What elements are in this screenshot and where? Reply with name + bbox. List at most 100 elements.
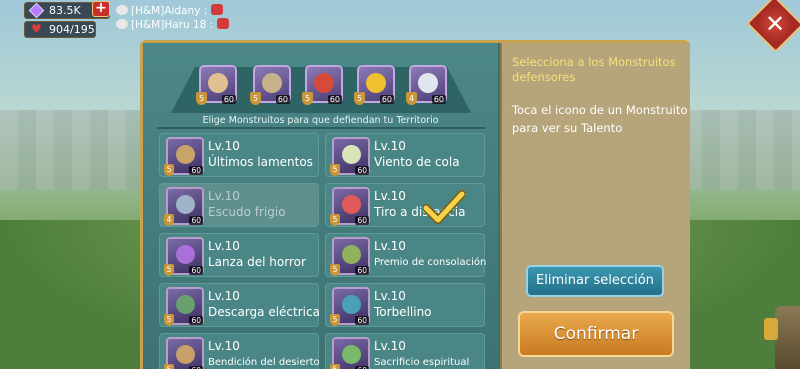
monster-skill-level: Lv.10 (208, 339, 240, 353)
monster-level: 60 (431, 95, 446, 104)
monster-icon[interactable]: 560 (164, 337, 204, 369)
monster-skill-name: Torbellino (374, 305, 432, 319)
add-gems-button[interactable]: + (92, 1, 110, 17)
monster-portrait (176, 145, 195, 164)
monster-portrait (262, 73, 282, 93)
monster-icon[interactable]: 5 60 (330, 237, 370, 276)
chat-bubble-icon (116, 19, 128, 29)
monster-portrait (176, 195, 195, 214)
monster-level: 60 (355, 216, 369, 225)
castle-tower-icon[interactable] (775, 306, 800, 369)
star-badge: 4 (164, 214, 174, 226)
monster-skill-name: Premio de consolación (374, 257, 487, 268)
gem-value: 83.5K (49, 4, 81, 17)
monster-portrait (342, 145, 361, 164)
monster-card[interactable]: 5 60 Lv.10 Últimos lamentos (159, 133, 319, 177)
monster-portrait (342, 345, 361, 364)
monster-icon[interactable]: 5 60 (164, 287, 204, 326)
star-badge: 5 (330, 364, 340, 369)
monster-skill-name: Escudo frigio (208, 205, 286, 219)
defender-panel: 5 60 5 60 5 60 5 60 4 60 Elige Monstruitos para q… (140, 40, 690, 369)
monster-card[interactable]: 5 60 Lv.10 Torbellino (325, 283, 485, 327)
heart-icon: ♥ (31, 22, 42, 36)
stamina-counter[interactable]: ♥ 904/195 (24, 21, 96, 38)
quest-icon[interactable] (764, 318, 778, 340)
star-badge: 5 (164, 314, 174, 326)
monster-icon[interactable]: 5 60 (330, 287, 370, 326)
emote-icon (217, 18, 230, 29)
monster-level: 60 (221, 95, 236, 104)
monster-level: 60 (189, 316, 203, 325)
star-badge: 5 (164, 164, 174, 176)
monster-skill-level: Lv.10 (374, 139, 406, 153)
close-button[interactable]: ✕ (746, 0, 800, 53)
chat-line: [H&M]Haru 18 : (116, 18, 230, 32)
star-badge: 4 (406, 92, 417, 105)
clear-selection-button[interactable]: Eliminar selección (526, 265, 664, 297)
monster-skill-name: Últimos lamentos (208, 155, 313, 169)
monster-portrait (208, 73, 228, 93)
monster-level: 60 (327, 95, 342, 104)
monster-card[interactable]: 560 Lv.10 Bendición del desierto (159, 333, 320, 369)
monster-level: 60 (379, 95, 394, 104)
monster-level: 60 (189, 166, 203, 175)
monster-card[interactable]: 560 Lv.10 Sacrificio espiritual (325, 333, 485, 369)
monster-portrait (342, 295, 361, 314)
star-badge: 5 (330, 264, 340, 276)
star-badge: 5 (354, 92, 365, 105)
monster-icon[interactable]: 5 60 (164, 137, 204, 176)
monster-level: 60 (355, 316, 369, 325)
defender-slot[interactable]: 5 60 (302, 65, 343, 105)
monster-skill-level: Lv.10 (374, 239, 406, 253)
divider (157, 127, 485, 129)
monster-level: 60 (189, 266, 203, 275)
monster-level: 60 (355, 166, 369, 175)
monster-portrait (176, 295, 195, 314)
monster-skill-level: Lv.10 (208, 289, 240, 303)
monster-card[interactable]: 5 60 Lv.10 Descarga eléctrica (159, 283, 320, 327)
monster-level: 60 (355, 266, 369, 275)
monster-card[interactable]: 4 60 Lv.10 Escudo frigio (159, 183, 319, 227)
star-badge: 5 (330, 164, 340, 176)
chat-bubble-icon (116, 5, 128, 15)
monster-icon[interactable]: 4 60 (164, 187, 204, 226)
monster-skill-name: Viento de cola (374, 155, 460, 169)
star-badge: 5 (164, 364, 174, 369)
star-badge: 5 (330, 314, 340, 326)
monster-portrait (314, 73, 334, 93)
monster-card[interactable]: 5 60 Lv.10 Viento de cola (325, 133, 485, 177)
monster-portrait (176, 345, 195, 364)
star-badge: 5 (196, 92, 207, 105)
defender-slot[interactable]: 5 60 (250, 65, 291, 105)
monster-skill-level: Lv.10 (374, 189, 406, 203)
monster-portrait (176, 245, 195, 264)
star-badge: 5 (330, 214, 340, 226)
defender-slot[interactable]: 5 60 (196, 65, 237, 105)
monster-skill-level: Lv.10 (208, 189, 240, 203)
monster-skill-level: Lv.10 (374, 339, 406, 353)
monster-skill-name: Bendición del desierto (208, 357, 320, 368)
defender-slot[interactable]: 5 60 (354, 65, 395, 105)
monster-portrait (366, 73, 386, 93)
monster-icon[interactable]: 5 60 (330, 187, 370, 226)
monster-skill-level: Lv.10 (208, 139, 240, 153)
monster-selection-area: 5 60 5 60 5 60 5 60 4 60 Elige Monstruitos para q… (143, 43, 498, 369)
star-badge: 5 (250, 92, 261, 105)
gem-icon (28, 2, 45, 19)
monster-icon[interactable]: 560 (330, 337, 370, 369)
monster-card[interactable]: 5 60 Lv.10 Premio de consolación (325, 233, 487, 277)
monster-icon[interactable]: 5 60 (330, 137, 370, 176)
monster-skill-level: Lv.10 (374, 289, 406, 303)
guild-chat[interactable]: [H&M]Aidany : [H&M]Haru 18 : (116, 4, 230, 32)
star-badge: 5 (164, 264, 174, 276)
monster-level: 60 (189, 216, 203, 225)
monster-card[interactable]: 5 60 Lv.10 Lanza del horror (159, 233, 319, 277)
confirm-button[interactable]: Confirmar (518, 311, 674, 357)
chat-line: [H&M]Aidany : (116, 4, 229, 18)
monster-level: 60 (275, 95, 290, 104)
star-badge: 5 (302, 92, 313, 105)
checkmark-icon (423, 190, 465, 224)
monster-skill-name: Descarga eléctrica (208, 305, 320, 319)
defender-slot[interactable]: 4 60 (406, 65, 447, 105)
monster-icon[interactable]: 5 60 (164, 237, 204, 276)
